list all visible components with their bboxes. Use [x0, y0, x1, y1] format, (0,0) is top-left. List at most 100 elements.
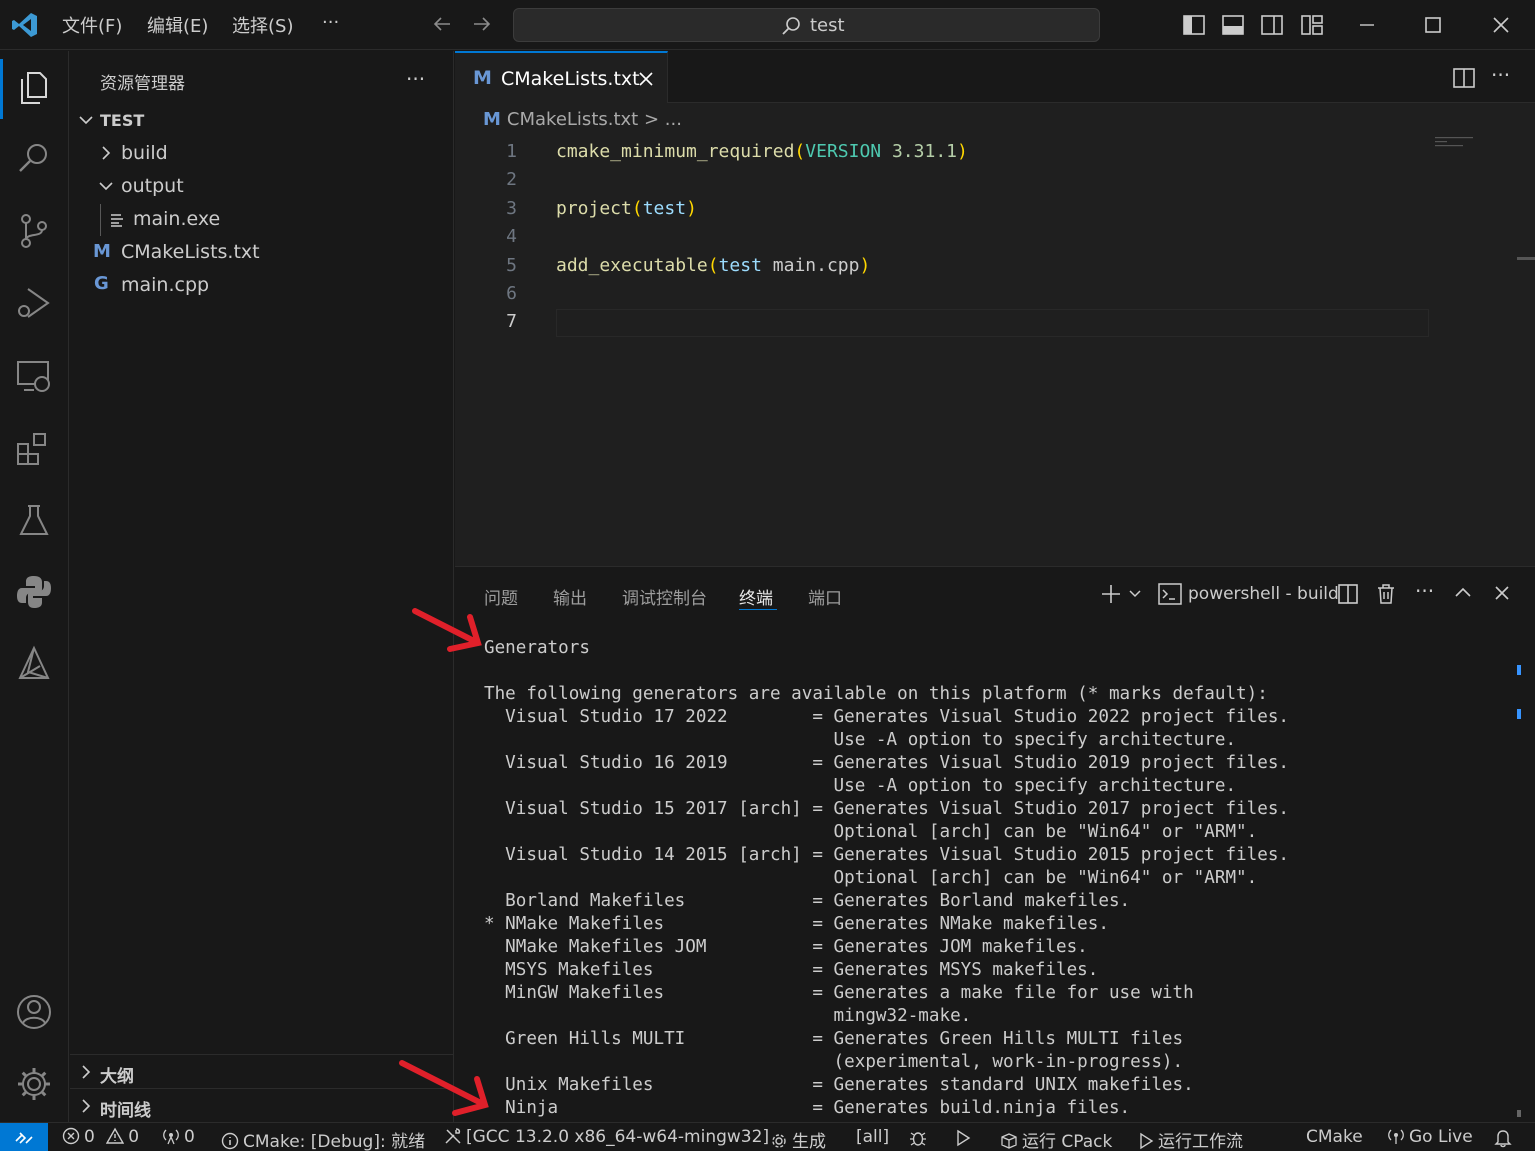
trash-icon[interactable] — [1375, 583, 1397, 605]
chevron-down-icon[interactable] — [1128, 587, 1142, 601]
go-live-button[interactable]: Go Live — [1387, 1127, 1473, 1147]
settings-gear-icon[interactable] — [14, 1064, 54, 1104]
code-line[interactable]: 2 — [455, 167, 1435, 195]
menu-edit[interactable]: 编辑(E) — [147, 12, 208, 38]
cmake-status[interactable]: CMake: [Debug]: 就绪 — [221, 1127, 425, 1151]
minimize-icon[interactable] — [1355, 13, 1379, 37]
code-line[interactable]: 5 add_executable(test main.cpp) — [455, 253, 1435, 281]
code-line[interactable]: 1 cmake_minimum_required(VERSION 3.31.1) — [455, 139, 1435, 167]
title-bar: 文件(F) 编辑(E) 选择(S) ··· test — [0, 0, 1535, 50]
tab-output[interactable]: 输出 — [553, 584, 587, 609]
arrow-left-icon[interactable] — [430, 12, 454, 36]
tab-ports[interactable]: 端口 — [808, 584, 842, 609]
code-line[interactable]: 7 — [455, 309, 1435, 337]
close-icon[interactable] — [637, 70, 655, 88]
cmake-target[interactable]: [all] — [856, 1127, 889, 1147]
line-number: 3 — [506, 198, 517, 219]
tree-item-main-exe[interactable]: main.exe — [70, 204, 454, 236]
remote-indicator[interactable] — [0, 1123, 48, 1151]
cmake-indicator[interactable]: CMake — [1306, 1127, 1363, 1147]
tree-item-main-cpp[interactable]: G main.cpp — [70, 270, 454, 302]
cmake-m-icon: M — [93, 241, 111, 262]
menu-more[interactable]: ··· — [322, 12, 339, 33]
indent-guide — [100, 204, 101, 236]
panel-more-icon[interactable]: ··· — [1415, 579, 1434, 603]
code-function: cmake_minimum_required — [556, 141, 795, 162]
toggle-sidebar-icon[interactable] — [1182, 13, 1206, 37]
ports-count: 0 — [184, 1127, 195, 1147]
broadcast-icon — [1388, 1129, 1404, 1144]
code-line[interactable]: 4 — [455, 224, 1435, 252]
editor-scroll-indicator[interactable] — [1517, 257, 1535, 260]
run-cpack[interactable]: 运行 CPack — [1000, 1127, 1112, 1151]
tab-terminal[interactable]: 终端 — [739, 584, 773, 609]
code-function: project — [556, 198, 632, 219]
chevron-down-icon — [99, 182, 113, 191]
go-live-label: Go Live — [1409, 1127, 1473, 1147]
ports-status[interactable]: 0 — [162, 1127, 195, 1147]
python-icon[interactable] — [14, 572, 54, 612]
command-center-search[interactable]: test — [513, 8, 1100, 42]
split-terminal-icon[interactable] — [1337, 583, 1359, 605]
arrow-right-icon[interactable] — [470, 12, 494, 36]
annotation-arrow-icon — [399, 1060, 489, 1116]
toggle-secondary-sidebar-icon[interactable] — [1260, 13, 1284, 37]
editor-tabs: M CMakeLists.txt ··· — [455, 51, 1535, 103]
sidebar-more-icon[interactable]: ··· — [406, 67, 425, 91]
cmake-kit[interactable]: [GCC 13.2.0 x86_64-w64-mingw32] — [444, 1127, 769, 1147]
active-indicator — [0, 59, 3, 119]
minimap[interactable] — [1435, 135, 1485, 155]
tree-item-cmakelists[interactable]: M CMakeLists.txt — [70, 237, 454, 269]
notification-bell-icon[interactable] — [1494, 1128, 1512, 1148]
new-terminal-icon[interactable] — [1100, 583, 1122, 605]
tab-debug-console[interactable]: 调试控制台 — [622, 584, 707, 609]
run-play-icon[interactable] — [955, 1129, 971, 1147]
split-editor-icon[interactable] — [1453, 68, 1475, 88]
code-keyword: VERSION — [805, 141, 882, 162]
breadcrumb[interactable]: M CMakeLists.txt > ... — [483, 109, 682, 130]
tree-item-build[interactable]: build — [70, 138, 454, 170]
accounts-icon[interactable] — [14, 992, 54, 1032]
annotation-arrow-icon — [412, 608, 482, 652]
play-icon — [1140, 1132, 1154, 1150]
editor-more-icon[interactable]: ··· — [1491, 63, 1510, 87]
source-control-icon[interactable] — [14, 211, 54, 251]
bottom-panel: 问题 输出 调试控制台 终端 端口 powershell - build ···… — [399, 566, 1535, 1122]
folder-root[interactable]: TEST — [70, 105, 454, 137]
remote-explorer-icon[interactable] — [14, 356, 54, 396]
tree-item-output[interactable]: output — [70, 171, 454, 203]
terminal-icon — [1158, 583, 1182, 605]
terminal-scrollbar[interactable] — [1517, 637, 1521, 1117]
extensions-icon[interactable] — [14, 428, 54, 468]
tools-icon — [445, 1128, 461, 1144]
code-line[interactable]: 3 project(test) — [455, 196, 1435, 224]
terminal-output[interactable]: Generators The following generators are … — [484, 637, 1289, 1120]
status-bar: 0 0 0 CMake: [Debug]: 就绪 [GCC 13.2.0 x86… — [0, 1122, 1535, 1151]
run-debug-icon[interactable] — [14, 283, 54, 323]
search-view-icon[interactable] — [14, 138, 54, 178]
problems-status[interactable]: 0 0 — [62, 1127, 139, 1147]
cmake-build[interactable]: 生成 — [770, 1127, 826, 1151]
menu-selection[interactable]: 选择(S) — [232, 12, 293, 38]
customize-layout-icon[interactable] — [1300, 13, 1324, 37]
terminal-name[interactable]: powershell - build — [1188, 584, 1339, 604]
toggle-panel-icon[interactable] — [1221, 13, 1245, 37]
close-panel-icon[interactable] — [1492, 583, 1512, 603]
menu-file[interactable]: 文件(F) — [62, 12, 122, 38]
testing-flask-icon[interactable] — [14, 500, 54, 540]
tree-item-label: output — [121, 175, 184, 197]
close-window-icon[interactable] — [1489, 13, 1513, 37]
chevron-up-icon[interactable] — [1453, 583, 1473, 603]
debug-bug-icon[interactable] — [909, 1129, 927, 1147]
cmake-icon[interactable] — [14, 644, 54, 684]
sidebar-title: 资源管理器 — [100, 74, 185, 94]
kit-label: [GCC 13.2.0 x86_64-w64-mingw32] — [466, 1127, 770, 1147]
error-count: 0 — [84, 1127, 95, 1147]
folder-root-label: TEST — [100, 111, 145, 130]
maximize-icon[interactable] — [1421, 13, 1445, 37]
code-line[interactable]: 6 — [455, 281, 1435, 309]
vscode-logo-icon — [12, 13, 37, 37]
explorer-icon[interactable] — [14, 67, 54, 107]
run-workflow[interactable]: 运行工作流 — [1138, 1127, 1243, 1151]
tab-cmakelists[interactable]: M CMakeLists.txt — [455, 51, 668, 103]
